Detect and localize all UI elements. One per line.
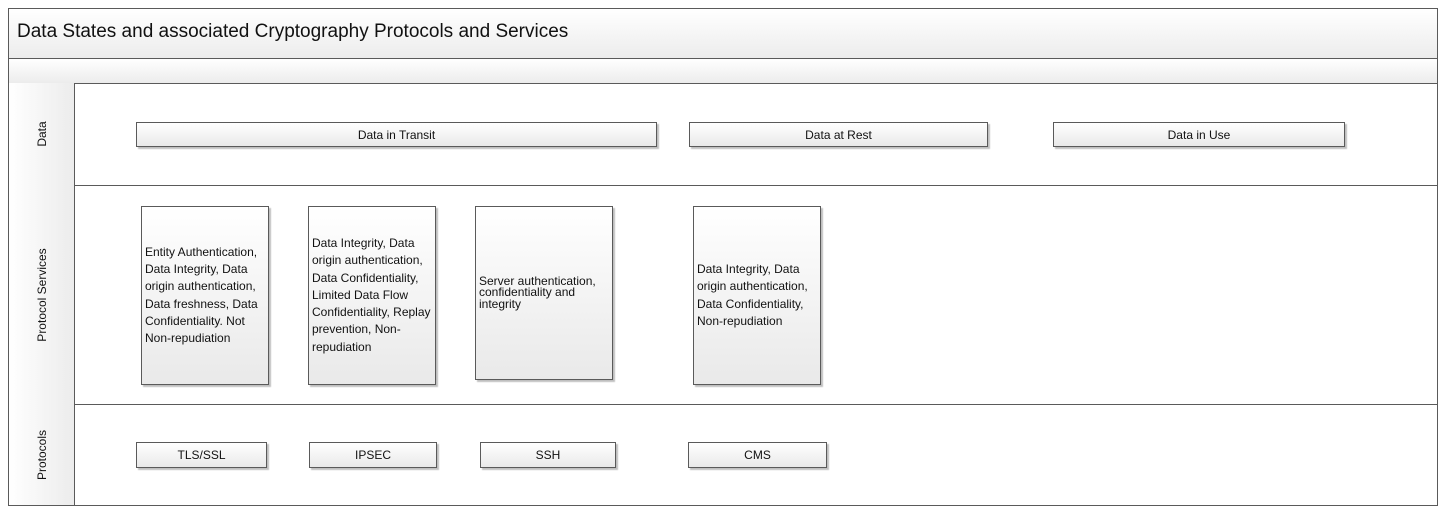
service-box-tls[interactable]: Entity Authentication, Data Integrity, D… xyxy=(141,206,269,385)
title-bar: Data States and associated Cryptography … xyxy=(8,8,1438,59)
service-box-ipsec[interactable]: Data Integrity, Data origin authenticati… xyxy=(308,206,436,385)
lane-header-protocols: Protocols xyxy=(9,404,75,505)
header-spacer-bar xyxy=(8,58,1438,84)
service-box-ssh[interactable]: Server authentication, confidentiality a… xyxy=(475,206,613,380)
data-state-rest[interactable]: Data at Rest xyxy=(689,122,988,147)
protocol-ssh[interactable]: SSH xyxy=(480,442,616,468)
protocol-ipsec[interactable]: IPSEC xyxy=(309,442,437,468)
data-state-transit[interactable]: Data in Transit xyxy=(136,122,657,147)
lane-label-protocol-services: Protocol Services xyxy=(34,247,49,342)
lane-label-data: Data xyxy=(34,121,49,147)
protocol-tls-ssl[interactable]: TLS/SSL xyxy=(136,442,267,468)
lane-header-data: Data xyxy=(9,83,75,185)
data-state-use[interactable]: Data in Use xyxy=(1053,122,1345,147)
lane-header-protocol-services: Protocol Services xyxy=(9,185,75,404)
service-box-cms[interactable]: Data Integrity, Data origin authenticati… xyxy=(693,206,821,385)
lane-label-protocols: Protocols xyxy=(34,429,49,480)
protocol-cms[interactable]: CMS xyxy=(688,442,827,468)
diagram-title: Data States and associated Cryptography … xyxy=(17,21,569,42)
